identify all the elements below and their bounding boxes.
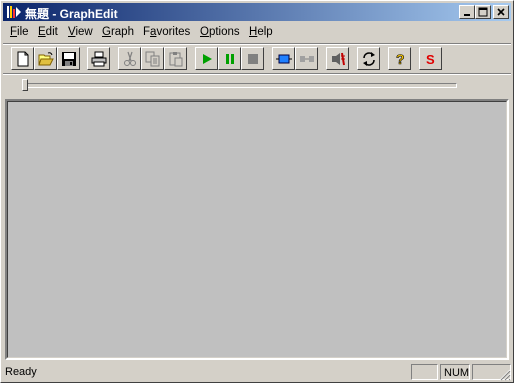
clock-sync-button[interactable] (326, 47, 349, 70)
graph-canvas-inner (7, 101, 507, 358)
window-title: 無題 - GraphEdit (25, 7, 118, 21)
help-button[interactable]: ? (388, 47, 411, 70)
svg-text:S: S (426, 52, 435, 67)
seek-thumb[interactable] (22, 79, 28, 91)
maximize-button[interactable] (475, 5, 491, 19)
minimize-button[interactable] (459, 5, 475, 19)
svg-text:?: ? (396, 51, 405, 67)
disconnect-icon (300, 56, 314, 62)
menu-favorites[interactable]: Favorites (143, 26, 190, 38)
seek-bar (3, 75, 511, 97)
maximize-icon (478, 7, 488, 17)
app-window: 無題 - GraphEdit File Edit View Graph Favo… (0, 0, 514, 383)
copy-icon (145, 51, 160, 67)
open-button[interactable] (34, 47, 57, 70)
graph-canvas[interactable] (5, 99, 509, 360)
cut-button[interactable] (118, 47, 141, 70)
menu-help[interactable]: Help (249, 26, 273, 38)
seek-track[interactable] (23, 83, 457, 88)
close-icon (497, 8, 505, 16)
menu-graph[interactable]: Graph (102, 26, 134, 38)
stop-button[interactable] (241, 47, 264, 70)
save-icon (62, 52, 76, 66)
clock-sync-icon (332, 52, 345, 66)
play-button[interactable] (195, 47, 218, 70)
paste-icon (169, 52, 183, 67)
status-panel-num: NUM (440, 364, 470, 380)
close-button[interactable] (493, 5, 509, 19)
cut-icon (124, 51, 136, 66)
graphedit-app-icon[interactable] (6, 4, 22, 20)
menu-edit[interactable]: Edit (38, 26, 58, 38)
menu-view[interactable]: View (68, 26, 93, 38)
refresh-button[interactable] (357, 47, 380, 70)
refresh-icon (363, 52, 375, 66)
menu-bar: File Edit View Graph Favorites Options H… (3, 23, 511, 42)
toolbar: ? S (3, 45, 511, 73)
minimize-icon (464, 14, 470, 16)
save-button[interactable] (57, 47, 80, 70)
print-button[interactable] (87, 47, 110, 70)
title-bar[interactable]: 無題 - GraphEdit (3, 3, 511, 21)
new-document-icon (17, 51, 29, 67)
new-button[interactable] (11, 47, 34, 70)
pause-icon (226, 54, 234, 64)
pause-button[interactable] (218, 47, 241, 70)
seek-button[interactable]: S (419, 47, 442, 70)
resize-grip-icon[interactable] (499, 369, 511, 381)
num-indicator: NUM (444, 367, 470, 379)
status-bar: Ready NUM (3, 363, 511, 381)
menu-file[interactable]: File (10, 26, 29, 38)
frame-step-icon (276, 54, 292, 64)
paste-button[interactable] (164, 47, 187, 70)
print-icon (91, 51, 107, 67)
open-folder-icon (38, 52, 54, 66)
disconnect-button[interactable] (295, 47, 318, 70)
stop-icon (248, 54, 258, 64)
status-text: Ready (5, 366, 37, 378)
menu-options[interactable]: Options (200, 26, 240, 38)
status-panel-caps (411, 364, 438, 380)
frame-step-button[interactable] (272, 47, 295, 70)
seek-icon: S (426, 52, 435, 67)
play-icon (203, 54, 212, 64)
copy-button[interactable] (141, 47, 164, 70)
help-icon: ? (396, 51, 405, 67)
